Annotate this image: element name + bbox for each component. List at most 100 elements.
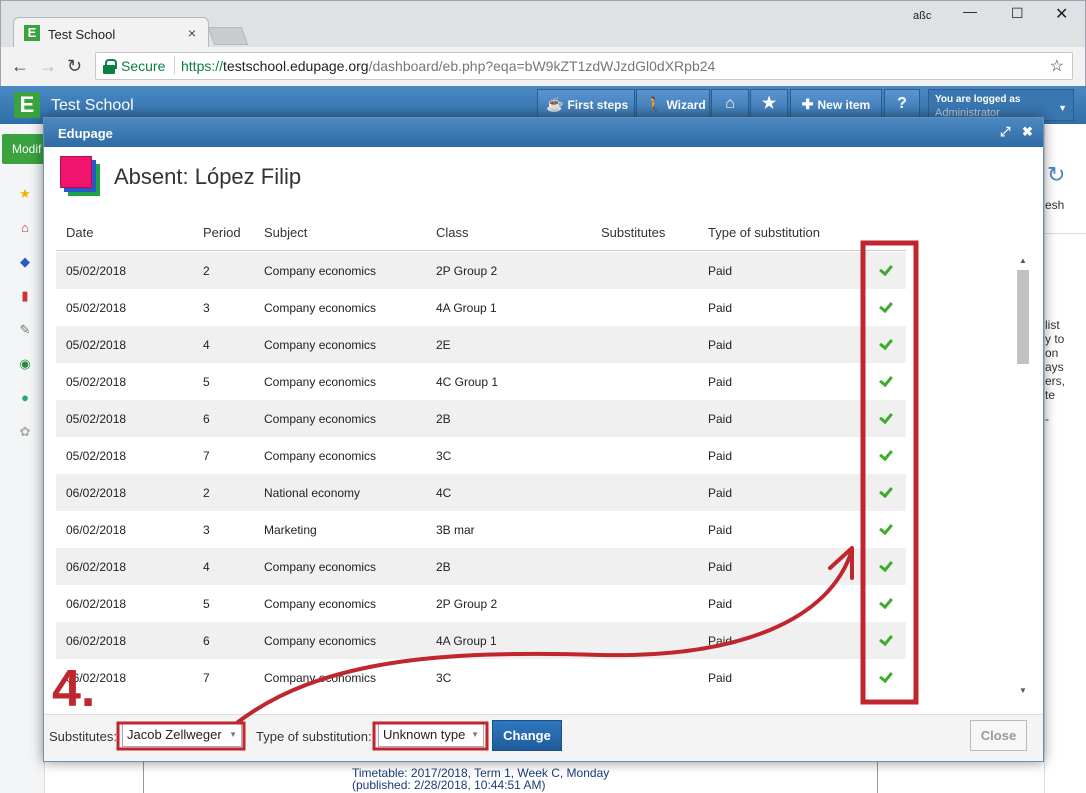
close-dialog-icon[interactable]: ✖ bbox=[1022, 124, 1033, 140]
type-select[interactable]: Unknown type ▼ bbox=[378, 723, 484, 747]
checkmark-icon[interactable] bbox=[878, 522, 892, 536]
table-row[interactable]: 05/02/2018 3 Company economics 4A Group 1 Pa… bbox=[56, 289, 906, 326]
cell-period: 5 bbox=[203, 375, 210, 389]
column-subject[interactable]: Subject bbox=[264, 225, 307, 240]
cell-class: 2B bbox=[436, 560, 451, 574]
column-type[interactable]: Type of substitution bbox=[708, 225, 820, 240]
table-row[interactable]: 05/02/2018 7 Company economics 3C Paid bbox=[56, 437, 906, 474]
help-button[interactable]: ? bbox=[884, 89, 920, 119]
scroll-thumb[interactable] bbox=[1017, 270, 1029, 364]
table-row[interactable]: 06/02/2018 4 Company economics 2B Paid bbox=[56, 548, 906, 585]
plus-icon: ✚ bbox=[801, 96, 814, 112]
favorites-sidebar-icon[interactable]: ★ bbox=[18, 187, 32, 201]
checkmark-icon[interactable] bbox=[878, 448, 892, 462]
tab-close-icon[interactable]: × bbox=[188, 25, 196, 41]
checkmark-icon[interactable] bbox=[878, 411, 892, 425]
document-sidebar-icon[interactable]: ▮ bbox=[18, 289, 32, 303]
table-row[interactable]: 06/02/2018 7 Company economics 3C Paid bbox=[56, 659, 906, 696]
school-sidebar-icon[interactable]: ⌂ bbox=[18, 221, 32, 235]
maximize-dialog-icon[interactable]: ⤢ bbox=[1000, 124, 1010, 140]
url-text: https://testschool.edupage.org/dashboard… bbox=[181, 58, 715, 74]
people-sidebar-icon[interactable]: ● bbox=[18, 391, 32, 405]
minimize-icon[interactable]: — bbox=[963, 3, 977, 19]
table-row[interactable]: 06/02/2018 3 Marketing 3B mar Paid bbox=[56, 511, 906, 548]
left-sidebar: ★ ⌂ ◆ ▮ ✎ ◉ ● ✿ bbox=[0, 124, 45, 793]
cell-type: Paid bbox=[708, 449, 733, 463]
first-steps-button[interactable]: ☕ First steps bbox=[537, 89, 635, 119]
checkmark-icon[interactable] bbox=[878, 633, 892, 647]
column-period[interactable]: Period bbox=[203, 225, 241, 240]
cell-subject: Company economics bbox=[264, 597, 377, 611]
scroll-down-icon[interactable]: ▼ bbox=[1019, 686, 1027, 695]
browser-tab[interactable]: E Test School × bbox=[13, 17, 209, 48]
cell-period: 2 bbox=[203, 486, 210, 500]
close-button[interactable]: Close bbox=[970, 720, 1027, 751]
checkmark-icon[interactable] bbox=[878, 337, 892, 351]
cell-class: 2B bbox=[436, 412, 451, 426]
dialog-header: Edupage ⤢ ✖ bbox=[44, 118, 1043, 147]
checkmark-icon[interactable] bbox=[878, 374, 892, 388]
cell-subject: Company economics bbox=[264, 560, 377, 574]
column-substitutes[interactable]: Substitutes bbox=[601, 225, 665, 240]
change-button[interactable]: Change bbox=[492, 720, 562, 751]
cell-subject: Company economics bbox=[264, 375, 377, 389]
table-row[interactable]: 06/02/2018 5 Company economics 2P Group 2 Pa… bbox=[56, 585, 906, 622]
substitutes-select[interactable]: Jacob Zellweger ▼ bbox=[122, 723, 242, 747]
refresh-icon[interactable]: ↻ bbox=[1047, 162, 1065, 188]
absence-icon bbox=[60, 156, 102, 198]
cell-type: Paid bbox=[708, 264, 733, 278]
scroll-up-icon[interactable]: ▲ bbox=[1019, 256, 1027, 265]
cell-subject: Company economics bbox=[264, 671, 377, 685]
background-text-1: list bbox=[1045, 318, 1060, 332]
edupage-logo-icon[interactable]: E bbox=[14, 92, 40, 118]
logged-in-label: You are logged as bbox=[935, 94, 1021, 105]
checkmark-icon[interactable] bbox=[878, 263, 892, 277]
favorites-button[interactable]: ★ bbox=[750, 89, 788, 119]
cell-class: 4A Group 1 bbox=[436, 301, 497, 315]
url-host: testschool.edupage.org bbox=[223, 58, 369, 74]
cell-class: 2E bbox=[436, 338, 451, 352]
checkmark-icon[interactable] bbox=[878, 670, 892, 684]
cell-period: 7 bbox=[203, 671, 210, 685]
settings-sidebar-icon[interactable]: ✿ bbox=[18, 425, 32, 439]
table-row[interactable]: 05/02/2018 5 Company economics 4C Group 1 Pa… bbox=[56, 363, 906, 400]
wizard-button[interactable]: 🚶 Wizard bbox=[636, 89, 710, 119]
background-text-3: on bbox=[1045, 346, 1059, 360]
address-bar[interactable]: Secure https://testschool.edupage.org/da… bbox=[95, 52, 1073, 80]
forward-icon[interactable]: → bbox=[39, 56, 57, 77]
modify-button[interactable]: Modif bbox=[2, 134, 46, 164]
maximize-icon[interactable]: ☐ bbox=[1011, 5, 1024, 22]
cell-period: 4 bbox=[203, 560, 210, 574]
cell-date: 06/02/2018 bbox=[66, 597, 127, 611]
home-button[interactable]: ⌂ bbox=[711, 89, 749, 119]
substitution-list: 05/02/2018 2 Company economics 2P Group 2 Pa… bbox=[56, 252, 906, 696]
checkmark-icon[interactable] bbox=[878, 300, 892, 314]
cell-period: 4 bbox=[203, 338, 210, 352]
checkmark-icon[interactable] bbox=[878, 596, 892, 610]
column-class[interactable]: Class bbox=[436, 225, 469, 240]
book-sidebar-icon[interactable]: ◆ bbox=[18, 255, 32, 269]
table-row[interactable]: 05/02/2018 2 Company economics 2P Group 2 Pa… bbox=[56, 252, 906, 289]
tools-sidebar-icon[interactable]: ✎ bbox=[18, 323, 32, 337]
window-close-icon[interactable]: ✕ bbox=[1055, 4, 1068, 24]
globe-sidebar-icon[interactable]: ◉ bbox=[18, 357, 32, 371]
table-row[interactable]: 06/02/2018 2 National economy 4C Paid bbox=[56, 474, 906, 511]
column-date[interactable]: Date bbox=[66, 225, 93, 240]
cell-class: 3C bbox=[436, 671, 452, 685]
new-item-button[interactable]: ✚ New item bbox=[790, 89, 882, 119]
new-tab-button[interactable] bbox=[207, 27, 249, 45]
cell-period: 6 bbox=[203, 634, 210, 648]
bookmark-star-icon[interactable]: ☆ bbox=[1050, 56, 1064, 76]
back-icon[interactable]: ← bbox=[11, 56, 29, 77]
table-scrollbar[interactable]: ▲ ▼ bbox=[1015, 256, 1031, 700]
table-row[interactable]: 06/02/2018 6 Company economics 4A Group 1 Pa… bbox=[56, 622, 906, 659]
cell-class: 2P Group 2 bbox=[436, 264, 498, 278]
profile-indicator[interactable]: aßc bbox=[913, 10, 931, 22]
table-row[interactable]: 05/02/2018 6 Company economics 2B Paid bbox=[56, 400, 906, 437]
checkmark-icon[interactable] bbox=[878, 485, 892, 499]
checkmark-icon[interactable] bbox=[878, 559, 892, 573]
background-text-4: ays bbox=[1045, 360, 1064, 374]
reload-icon[interactable]: ↻ bbox=[67, 56, 82, 77]
first-steps-label: First steps bbox=[567, 98, 629, 112]
table-row[interactable]: 05/02/2018 4 Company economics 2E Paid bbox=[56, 326, 906, 363]
